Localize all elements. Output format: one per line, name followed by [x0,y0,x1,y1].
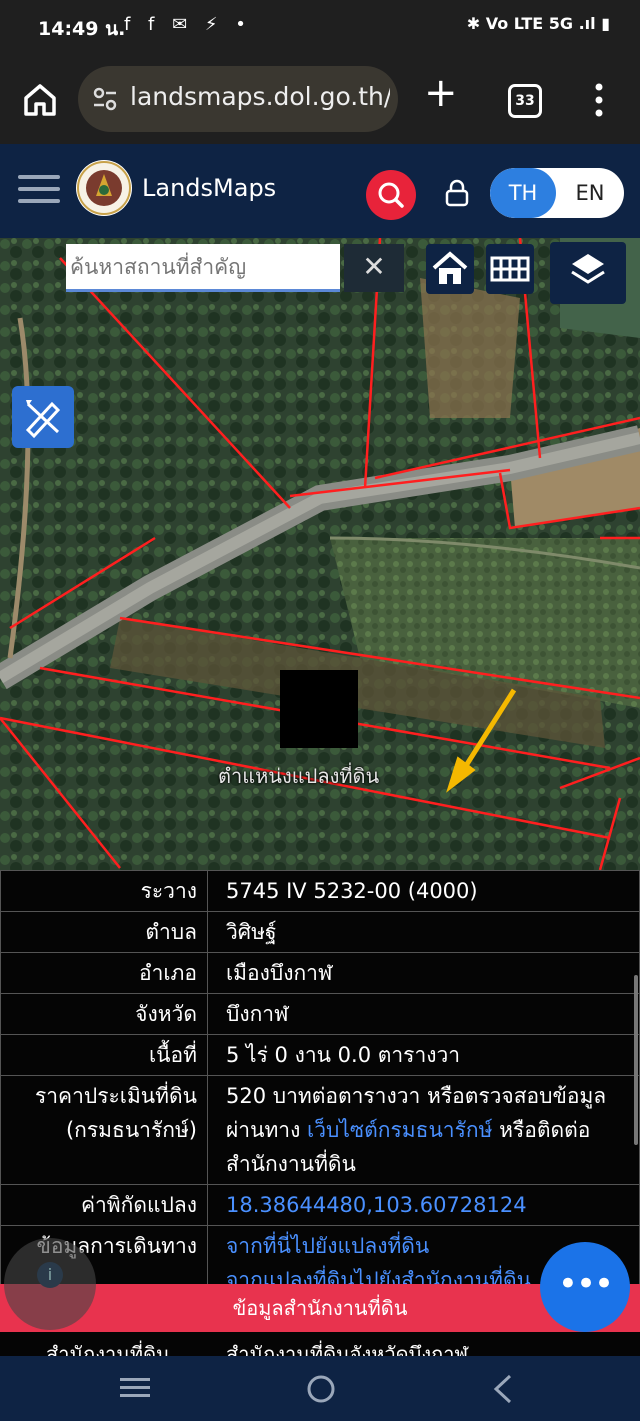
row-value: สำนักงานที่ดินจังหวัดบึงกาฬ [226,1342,469,1356]
row-label: ตำบล [0,911,208,953]
info-button[interactable]: i [4,1238,96,1330]
brand-title: LandsMaps [142,174,277,202]
parcel-location-label: ตำแหน่งแปลงที่ดิน [218,764,380,788]
layers-button[interactable] [550,242,626,304]
info-icon: i [37,1262,63,1288]
grid-button[interactable] [486,244,534,294]
row-label: ระวาง [0,870,208,912]
lang-en-button[interactable]: EN [556,168,624,218]
grid-icon [490,256,530,282]
table-row-price: ราคาประเมินที่ดิน (กรมธนารักษ์) 520 บาทต… [0,1075,640,1185]
row-value: เมืองบึงกาฬ [207,952,640,994]
row-label: จังหวัด [0,993,208,1035]
home-nav-icon[interactable] [304,1372,338,1406]
ruler-pencil-icon [25,400,61,439]
table-row: ตำบล วิศิษฐ์ [0,911,640,953]
menu-icon[interactable] [18,171,60,207]
more-dots-icon: ••• [557,1264,614,1304]
table-row: จังหวัด บึงกาฬ [0,993,640,1035]
browser-toolbar: landsmaps.dol.go.th/# + 33 [0,56,640,144]
home-extent-button[interactable] [426,244,474,294]
treasury-website-link[interactable]: เว็บไซต์กรมธนารักษ์ [307,1118,492,1142]
app-header: LandsMaps TH EN [0,144,640,238]
row-label: ราคาประเมินที่ดิน (กรมธนารักษ์) [0,1075,208,1185]
row-value: 5745 IV 5232-00 (4000) [207,870,640,912]
layers-icon [571,254,605,284]
language-toggle[interactable]: TH EN [490,168,624,218]
chat-fab-button[interactable]: ••• [540,1242,630,1332]
table-row: อำเภอ เมืองบึงกาฬ [0,952,640,994]
measure-tool-button[interactable] [12,386,74,448]
table-row-coord: ค่าพิกัดแปลง 18.38644480,103.60728124 [0,1184,640,1226]
search-button[interactable] [366,170,416,220]
redaction-box [280,670,358,748]
row-label: สำนักงานที่ดิน [46,1342,170,1356]
search-icon [378,182,404,208]
scrollbar[interactable] [634,975,638,1145]
table-row: ระวาง 5745 IV 5232-00 (4000) [0,870,640,912]
url-text[interactable]: landsmaps.dol.go.th/# [130,82,390,111]
recent-apps-icon[interactable] [118,1374,152,1402]
dol-logo [76,160,132,216]
lock-icon[interactable] [444,178,470,208]
status-bar: 14:49 น. f f ✉ ⚡ • ✱ Vo LTE 5G .ıl ▮ [0,0,640,56]
place-search-input[interactable] [66,244,332,290]
new-tab-icon[interactable]: + [424,70,458,116]
clear-search-button[interactable]: ✕ [344,244,404,292]
site-settings-icon[interactable] [92,86,118,112]
row-value: วิศิษฐ์ [207,911,640,953]
row-value: บึงกาฬ [207,993,640,1035]
back-icon[interactable] [490,1372,516,1406]
home-icon[interactable] [20,80,60,120]
table-row: เนื้อที่ 5 ไร่ 0 งาน 0.0 ตารางวา [0,1034,640,1076]
more-options-icon[interactable] [594,82,604,118]
table-row-office: สำนักงานที่ดิน สำนักงานที่ดินจังหวัดบึงก… [0,1332,640,1356]
system-nav-bar [0,1356,640,1421]
row-value: 5 ไร่ 0 งาน 0.0 ตารางวา [207,1034,640,1076]
notification-icons: f f ✉ ⚡ • [124,14,252,35]
status-time: 14:49 น. [38,18,126,40]
row-label: เนื้อที่ [0,1034,208,1076]
tab-switcher-button[interactable]: 33 [508,84,542,118]
coordinates-link[interactable]: 18.38644480,103.60728124 [226,1193,527,1217]
address-bar[interactable]: landsmaps.dol.go.th/# [78,66,398,132]
directions-to-parcel-link[interactable]: จากที่นี่ไปยังแปลงที่ดิน [226,1234,429,1258]
lang-th-button[interactable]: TH [490,168,556,218]
price-label-line1: ราคาประเมินที่ดิน [34,1084,197,1108]
system-icons: ✱ Vo LTE 5G .ıl ▮ [466,14,610,33]
row-value: 520 บาทต่อตารางวา หรือตรวจสอบข้อมูลผ่านท… [207,1075,640,1185]
row-label: อำเภอ [0,952,208,994]
row-label: ค่าพิกัดแปลง [0,1184,208,1226]
house-icon [432,251,468,284]
parcel-info-table: ระวาง 5745 IV 5232-00 (4000) ตำบล วิศิษฐ… [0,870,640,1301]
place-search-box[interactable] [66,244,340,292]
price-label-line2: (กรมธนารักษ์) [65,1118,197,1142]
